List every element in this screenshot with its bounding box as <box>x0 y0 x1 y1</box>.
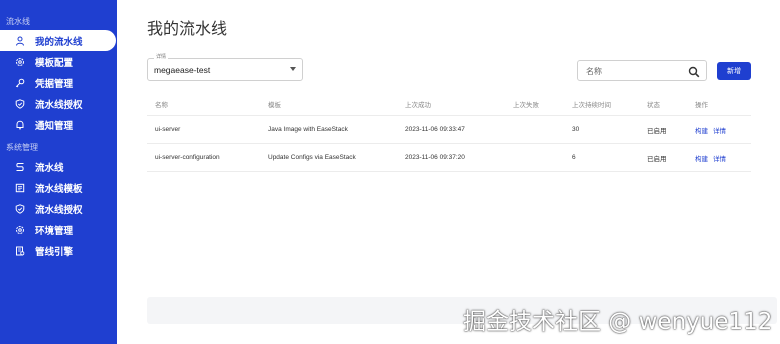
row-actions: 构建 详情 <box>695 116 731 143</box>
column-header[interactable]: 上次失败 <box>513 92 539 115</box>
sidebar: 流水线 我的流水线 模板配置 凭据管理 流水线授权 通知管理 系统管理 流水线 … <box>0 0 117 344</box>
column-header: 状态 <box>647 101 660 109</box>
last-success: 2023-11-06 09:37:20 <box>405 154 465 161</box>
sidebar-item-environments[interactable]: 环境管理 <box>0 219 117 240</box>
sidebar-item-label: 流水线授权 <box>35 204 83 216</box>
user-icon <box>15 36 25 46</box>
sidebar-section-label: 流水线 <box>6 17 30 26</box>
table-row: ui-server Java Image with EaseStack 2023… <box>147 116 751 144</box>
pipeline-icon <box>15 162 25 172</box>
sidebar-nav-system: 流水线 流水线模板 流水线授权 环境管理 管线引擎 <box>0 156 117 261</box>
sidebar-item-label: 凭据管理 <box>35 78 74 90</box>
sidebar-item-label: 流水线模板 <box>35 183 83 195</box>
last-duration: 30 <box>572 126 580 133</box>
search-placeholder: 名称 <box>586 67 602 76</box>
table-row: ui-server-configuration Update Configs v… <box>147 144 751 172</box>
project-select[interactable]: 详情 megaease-test <box>147 53 303 81</box>
sidebar-item-template-config[interactable]: 模板配置 <box>0 51 117 72</box>
sidebar-item-label: 模板配置 <box>35 57 74 69</box>
gear-icon <box>15 225 25 235</box>
key-icon <box>15 78 25 88</box>
sidebar-item-credentials[interactable]: 凭据管理 <box>0 72 117 93</box>
pipeline-name[interactable]: ui-server <box>155 116 180 143</box>
sidebar-item-label: 我的流水线 <box>35 36 83 48</box>
build-link[interactable]: 构建 <box>695 153 708 163</box>
pipeline-template: Update Configs via EaseStack <box>268 154 356 161</box>
column-header[interactable]: 名称 <box>155 92 168 115</box>
detail-link[interactable]: 详情 <box>713 125 726 135</box>
page-title: 我的流水线 <box>147 21 228 38</box>
sidebar-item-pipeline-templates[interactable]: 流水线模板 <box>0 177 117 198</box>
select-label: 详情 <box>154 53 169 60</box>
sidebar-item-my-pipelines[interactable]: 我的流水线 <box>0 30 116 51</box>
sidebar-item-pipelines[interactable]: 流水线 <box>0 156 117 177</box>
engine-icon <box>15 246 25 256</box>
gear-icon <box>15 57 25 67</box>
last-duration: 6 <box>572 154 576 161</box>
column-header: 操作 <box>695 101 708 109</box>
main-content: 我的流水线 详情 megaease-test 名称 新增 名称 模板 上次成功 … <box>117 0 780 344</box>
last-success: 2023-11-06 09:33:47 <box>405 126 465 133</box>
row-actions: 构建 详情 <box>695 144 731 171</box>
shield-icon <box>15 203 25 214</box>
template-icon <box>15 183 25 193</box>
status-badge: 已启用 <box>647 127 667 135</box>
sidebar-nav-pipeline: 我的流水线 模板配置 凭据管理 流水线授权 通知管理 <box>0 30 117 135</box>
sidebar-item-label: 流水线 <box>35 162 64 174</box>
pipeline-template: Java Image with EaseStack <box>268 126 348 133</box>
pipeline-name[interactable]: ui-server-configuration <box>155 144 220 171</box>
sidebar-item-pipeline-auth-system[interactable]: 流水线授权 <box>0 198 117 219</box>
chevron-down-icon <box>290 67 296 71</box>
sidebar-item-notifications[interactable]: 通知管理 <box>0 114 117 135</box>
search-icon[interactable] <box>688 65 700 78</box>
sidebar-item-label: 通知管理 <box>35 120 74 132</box>
sidebar-item-engines[interactable]: 管线引擎 <box>0 240 117 261</box>
select-value: megaease-test <box>154 65 211 75</box>
column-header[interactable]: 上次成功 <box>405 92 431 115</box>
pipeline-table: 名称 模板 上次成功 上次失败 上次持续时间 状态 操作 ui-server J… <box>147 92 751 172</box>
sidebar-section-label: 系统管理 <box>6 143 38 152</box>
sidebar-item-label: 流水线授权 <box>35 99 83 111</box>
sidebar-item-pipeline-auth[interactable]: 流水线授权 <box>0 93 117 114</box>
status-badge: 已启用 <box>647 155 667 163</box>
shield-icon <box>15 98 25 109</box>
detail-link[interactable]: 详情 <box>713 153 726 163</box>
column-header[interactable]: 上次持续时间 <box>572 92 611 115</box>
bell-icon <box>15 120 25 130</box>
build-link[interactable]: 构建 <box>695 125 708 135</box>
column-header[interactable]: 模板 <box>268 92 281 115</box>
add-button[interactable]: 新增 <box>717 62 751 80</box>
search-input[interactable]: 名称 <box>577 60 707 81</box>
sidebar-item-label: 环境管理 <box>35 225 74 237</box>
watermark: 掘金技术社区 @ wenyue112 <box>463 309 773 335</box>
sidebar-item-label: 管线引擎 <box>35 246 74 258</box>
table-header-row: 名称 模板 上次成功 上次失败 上次持续时间 状态 操作 <box>147 92 751 116</box>
